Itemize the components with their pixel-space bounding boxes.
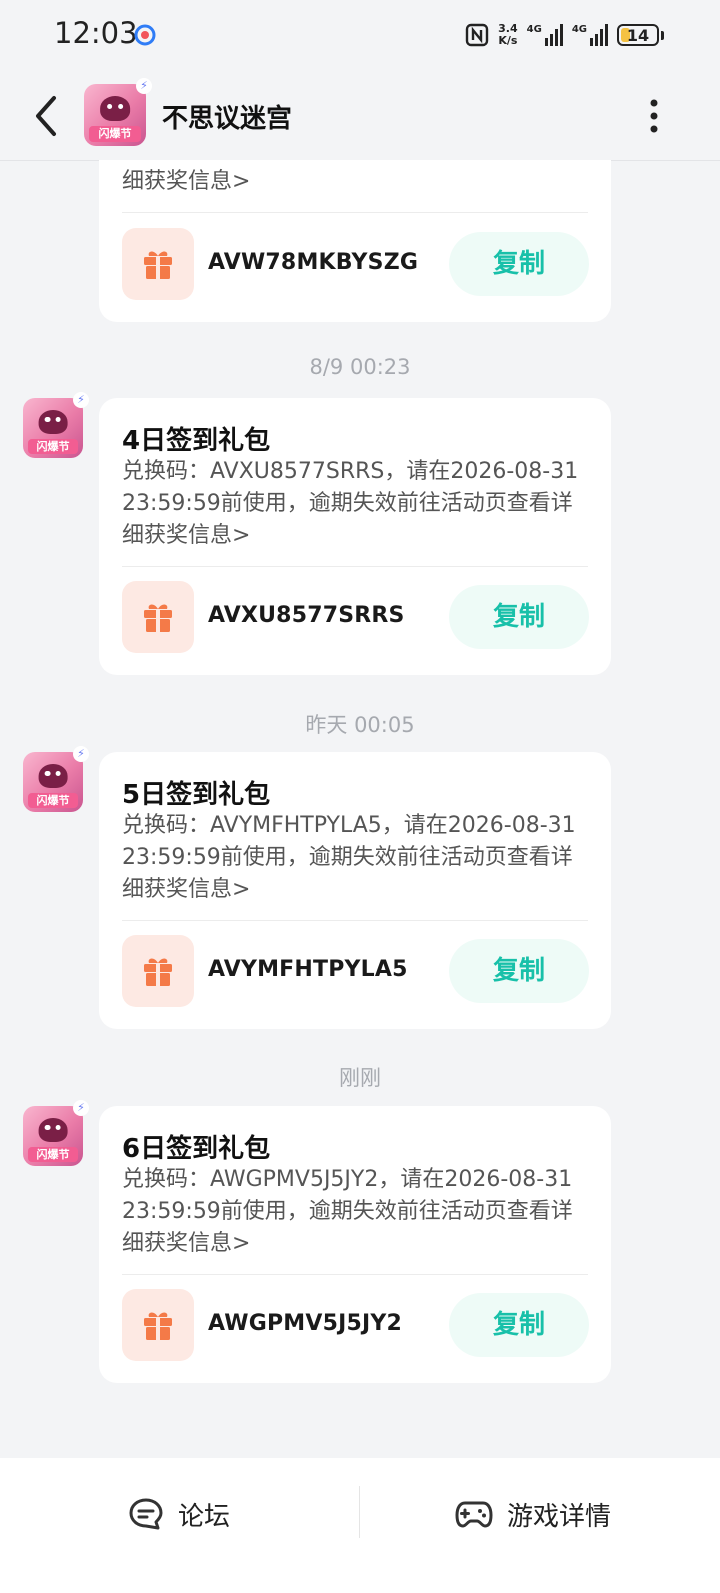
lightning-badge-icon: ⚡: [73, 746, 89, 762]
message-description[interactable]: 兑换码：AWGPMV5J5JY2，请在2026-08-31 23:59:59前使…: [122, 1164, 592, 1260]
gamepad-icon: [455, 1501, 493, 1528]
page-title: 不思议迷宫: [162, 104, 293, 134]
redeem-code: AVW78MKBYSZG: [208, 250, 419, 275]
divider: [122, 920, 588, 921]
gift-icon: [144, 604, 172, 632]
lightning-badge-icon: ⚡: [73, 1100, 89, 1116]
message-description[interactable]: 细获奖信息>: [122, 166, 592, 198]
gift-message-card: 6日签到礼包 兑换码：AWGPMV5J5JY2，请在2026-08-31 23:…: [99, 1106, 611, 1383]
game-avatar[interactable]: 闪爆节 ⚡: [23, 746, 89, 812]
gift-icon-box: [122, 228, 194, 300]
game-detail-button[interactable]: 游戏详情: [455, 1494, 611, 1534]
game-avatar[interactable]: 闪爆节 ⚡: [23, 392, 89, 458]
gift-icon-box: [122, 935, 194, 1007]
gift-icon-box: [122, 1289, 194, 1361]
message-description[interactable]: 兑换码：AVXU8577SRRS，请在2026-08-31 23:59:59前使…: [122, 456, 592, 552]
divider: [122, 212, 588, 213]
game-avatar[interactable]: 闪爆节 ⚡: [23, 1100, 89, 1166]
more-options-icon[interactable]: [648, 98, 660, 134]
copy-button[interactable]: 复制: [449, 232, 589, 296]
divider: [122, 566, 588, 567]
battery-cap: [661, 30, 664, 40]
app-notification-icon: [134, 24, 156, 46]
battery-level: 14: [626, 25, 650, 45]
network-speed: 3.4 K/s: [498, 22, 518, 47]
lightning-badge-icon: ⚡: [136, 78, 152, 94]
copy-button[interactable]: 复制: [449, 585, 589, 649]
gift-icon: [144, 251, 172, 279]
gift-message-card: 5日签到礼包 兑换码：AVYMFHTPYLA5，请在2026-08-31 23:…: [99, 752, 611, 1029]
status-bar: 12:03 3.4 K/s 4G 4G 14: [0, 0, 720, 72]
gift-icon: [144, 1312, 172, 1340]
forum-chat-icon: [129, 1498, 163, 1530]
copy-button[interactable]: 复制: [449, 939, 589, 1003]
forum-label: 论坛: [178, 1501, 231, 1532]
signal-icon: 4G: [572, 24, 608, 46]
status-time: 12:03: [54, 16, 138, 50]
gift-message-card: 细获奖信息> AVW78MKBYSZG 复制: [99, 160, 611, 322]
message-timestamp: 昨天 00:05: [305, 713, 415, 737]
gift-message-card: 4日签到礼包 兑换码：AVXU8577SRRS，请在2026-08-31 23:…: [99, 398, 611, 675]
signal-icon: 4G: [527, 24, 563, 46]
game-avatar[interactable]: 闪爆节 ⚡: [84, 78, 152, 146]
bottom-action-bar: 论坛 游戏详情: [0, 1458, 720, 1593]
redeem-code: AWGPMV5J5JY2: [208, 1311, 403, 1336]
battery-icon: 14: [617, 24, 659, 46]
message-timestamp: 8/9 00:23: [309, 355, 411, 379]
redeem-code: AVYMFHTPYLA5: [208, 957, 408, 982]
gift-icon-box: [122, 581, 194, 653]
message-timestamp: 刚刚: [339, 1066, 381, 1090]
message-title: 4日签到礼包: [122, 426, 271, 456]
gift-icon: [144, 958, 172, 986]
divider: [122, 1274, 588, 1275]
back-arrow-icon[interactable]: [30, 94, 62, 138]
copy-button[interactable]: 复制: [449, 1293, 589, 1357]
lightning-badge-icon: ⚡: [73, 392, 89, 408]
chat-header: 闪爆节 ⚡ 不思议迷宫: [0, 72, 720, 161]
game-detail-label: 游戏详情: [507, 1501, 612, 1532]
redeem-code: AVXU8577SRRS: [208, 603, 405, 628]
forum-button[interactable]: 论坛: [128, 1494, 230, 1534]
message-title: 5日签到礼包: [122, 780, 271, 810]
divider: [359, 1486, 360, 1538]
message-title: 6日签到礼包: [122, 1134, 271, 1164]
message-description[interactable]: 兑换码：AVYMFHTPYLA5，请在2026-08-31 23:59:59前使…: [122, 810, 592, 906]
nfc-icon: [465, 23, 489, 47]
